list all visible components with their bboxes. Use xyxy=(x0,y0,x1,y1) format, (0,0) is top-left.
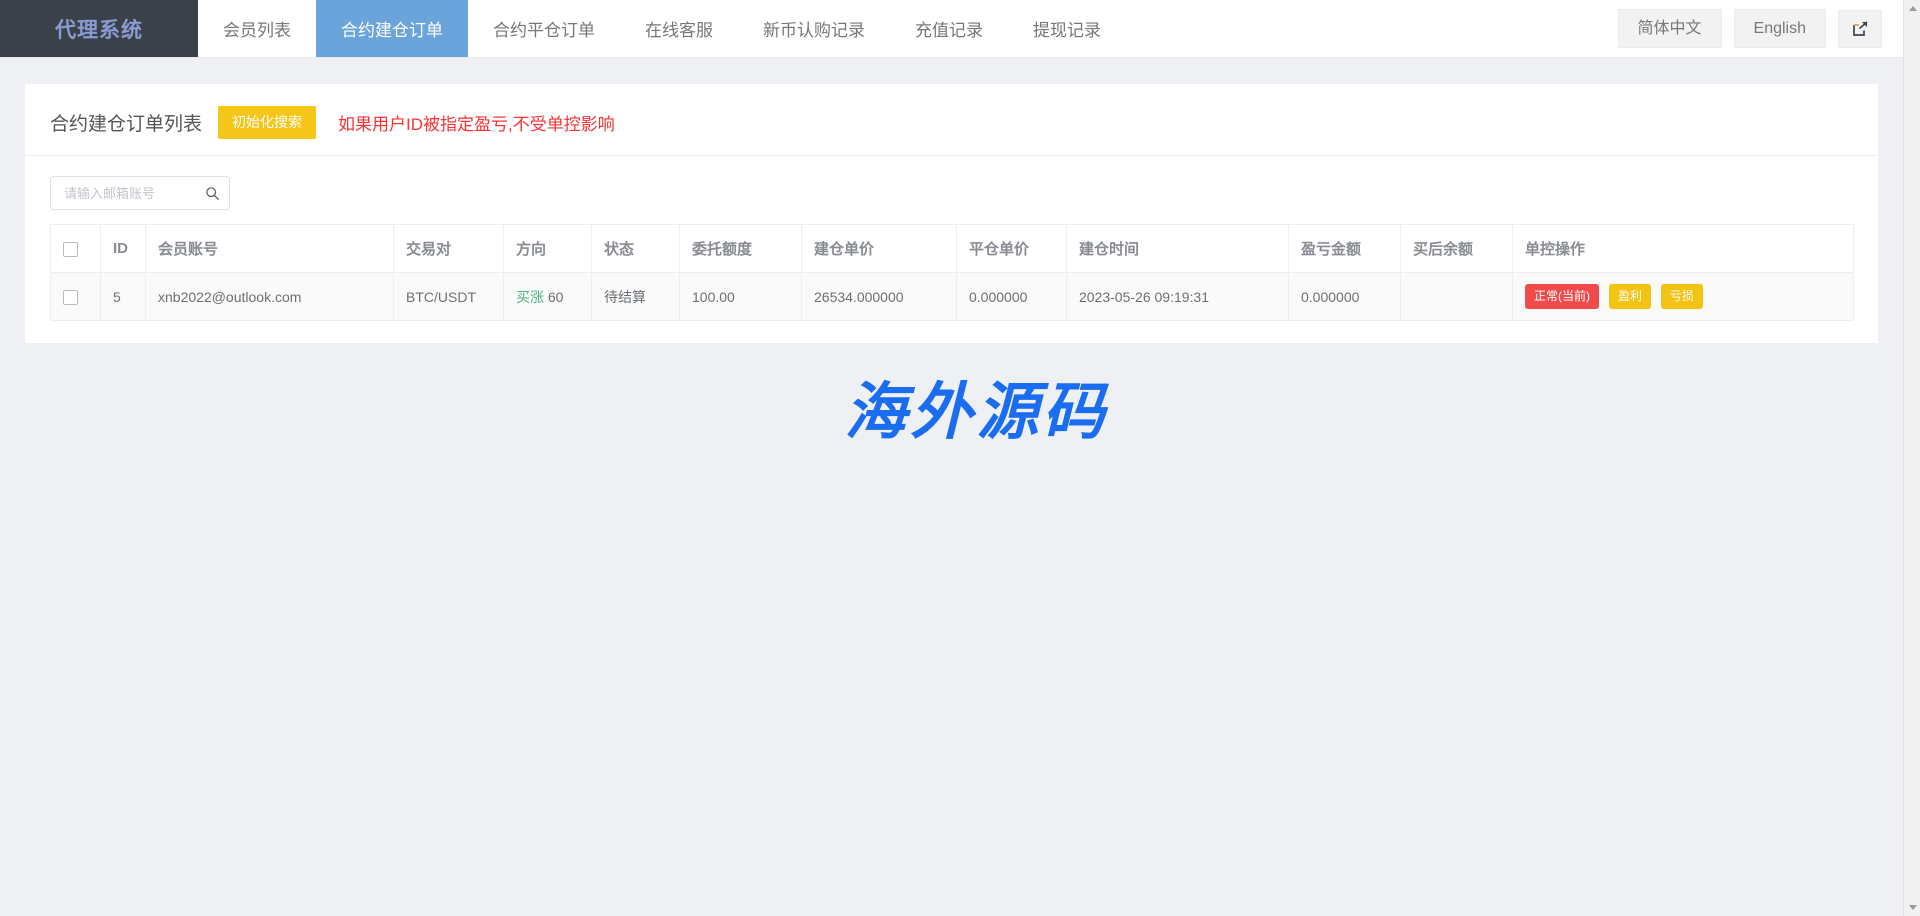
header-status: 状态 xyxy=(592,225,680,273)
cell-open-price: 26534.000000 xyxy=(802,273,957,321)
top-navigation-bar: 代理系统 会员列表 合约建仓订单 合约平仓订单 在线客服 新币认购记录 充值记录… xyxy=(0,0,1920,58)
nav-item-new-coin-subscriptions[interactable]: 新币认购记录 xyxy=(738,0,890,57)
cell-pnl: 0.000000 xyxy=(1289,273,1401,321)
direction-label: 买涨 xyxy=(516,289,544,305)
orders-table: ID 会员账号 交易对 方向 状态 委托额度 建仓单价 平仓单价 建仓时间 盈亏… xyxy=(50,224,1854,321)
header-open-time: 建仓时间 xyxy=(1067,225,1289,273)
header-single-control: 单控操作 xyxy=(1513,225,1854,273)
cell-balance-after xyxy=(1401,273,1513,321)
nav-item-withdrawal-records[interactable]: 提现记录 xyxy=(1008,0,1126,57)
nav-label: 在线客服 xyxy=(645,16,713,41)
watermark: 海外源码 xyxy=(25,361,1920,451)
warning-notice: 如果用户ID被指定盈亏,不受单控影响 xyxy=(338,110,615,135)
direction-value: 60 xyxy=(548,289,564,305)
logout-export-icon xyxy=(1852,20,1869,37)
row-select-cell xyxy=(51,273,101,321)
header-account: 会员账号 xyxy=(146,225,394,273)
orders-card: 合约建仓订单列表 初始化搜索 如果用户ID被指定盈亏,不受单控影响 xyxy=(25,84,1878,343)
nav-label: 充值记录 xyxy=(915,16,983,41)
nav-item-contract-close-orders[interactable]: 合约平仓订单 xyxy=(468,0,620,57)
cell-close-price: 0.000000 xyxy=(957,273,1067,321)
search-input[interactable] xyxy=(62,185,205,202)
header-close-price: 平仓单价 xyxy=(957,225,1067,273)
nav-item-member-list[interactable]: 会员列表 xyxy=(198,0,316,57)
search-row xyxy=(25,156,1878,210)
nav-label: 合约建仓订单 xyxy=(341,16,443,41)
cell-status: 待结算 xyxy=(592,273,680,321)
cell-account: xnb2022@outlook.com xyxy=(146,273,394,321)
nav-label: 会员列表 xyxy=(223,16,291,41)
chevron-up-icon xyxy=(1909,6,1917,11)
page-title: 合约建仓订单列表 xyxy=(50,109,202,136)
brand-logo[interactable]: 代理系统 xyxy=(0,0,198,57)
control-profit-button[interactable]: 盈利 xyxy=(1609,284,1651,309)
table-row[interactable]: 5 xnb2022@outlook.com BTC/USDT 买涨 60 待结算… xyxy=(51,273,1854,321)
cell-direction: 买涨 60 xyxy=(504,273,592,321)
header-direction: 方向 xyxy=(504,225,592,273)
language-english-button[interactable]: English xyxy=(1734,9,1826,48)
header-open-price: 建仓单价 xyxy=(802,225,957,273)
nav-item-online-support[interactable]: 在线客服 xyxy=(620,0,738,57)
cell-id: 5 xyxy=(101,273,146,321)
navbar-right-actions: 简体中文 English xyxy=(1618,0,1920,57)
header-balance-after: 买后余额 xyxy=(1401,225,1513,273)
card-header: 合约建仓订单列表 初始化搜索 如果用户ID被指定盈亏,不受单控影响 xyxy=(25,84,1878,156)
nav-label: 提现记录 xyxy=(1033,16,1101,41)
header-id: ID xyxy=(101,225,146,273)
header-pair: 交易对 xyxy=(394,225,504,273)
logout-button[interactable] xyxy=(1838,10,1882,48)
scrollbar-up-arrow[interactable] xyxy=(1904,0,1920,17)
nav-item-deposit-records[interactable]: 充值记录 xyxy=(890,0,1008,57)
nav-item-contract-open-orders[interactable]: 合约建仓订单 xyxy=(316,0,468,57)
nav-label: 合约平仓订单 xyxy=(493,16,595,41)
init-search-button[interactable]: 初始化搜索 xyxy=(218,106,316,139)
select-all-checkbox[interactable] xyxy=(63,242,78,257)
watermark-text: 海外源码 xyxy=(844,375,1108,448)
row-checkbox[interactable] xyxy=(63,290,78,305)
control-loss-button[interactable]: 亏损 xyxy=(1661,284,1703,309)
table-container: ID 会员账号 交易对 方向 状态 委托额度 建仓单价 平仓单价 建仓时间 盈亏… xyxy=(25,210,1878,321)
header-pnl: 盈亏金额 xyxy=(1289,225,1401,273)
cell-order-amount: 100.00 xyxy=(680,273,802,321)
scrollbar-down-arrow[interactable] xyxy=(1904,899,1920,916)
search-icon[interactable] xyxy=(205,186,220,201)
cell-pair: BTC/USDT xyxy=(394,273,504,321)
page-content: 合约建仓订单列表 初始化搜索 如果用户ID被指定盈亏,不受单控影响 xyxy=(0,58,1903,451)
header-select-all xyxy=(51,225,101,273)
control-normal-button[interactable]: 正常(当前) xyxy=(1525,284,1599,309)
table-header-row: ID 会员账号 交易对 方向 状态 委托额度 建仓单价 平仓单价 建仓时间 盈亏… xyxy=(51,225,1854,273)
page-scrollbar[interactable] xyxy=(1903,0,1920,916)
cell-open-time: 2023-05-26 09:19:31 xyxy=(1067,273,1289,321)
cell-single-control: 正常(当前) 盈利 亏损 xyxy=(1513,273,1854,321)
search-box[interactable] xyxy=(50,176,230,210)
chevron-down-icon xyxy=(1909,905,1917,910)
header-order-amount: 委托额度 xyxy=(680,225,802,273)
language-chinese-button[interactable]: 简体中文 xyxy=(1618,9,1722,48)
brand-title: 代理系统 xyxy=(55,14,143,44)
nav-label: 新币认购记录 xyxy=(763,16,865,41)
nav-items: 会员列表 合约建仓订单 合约平仓订单 在线客服 新币认购记录 充值记录 提现记录 xyxy=(198,0,1126,57)
